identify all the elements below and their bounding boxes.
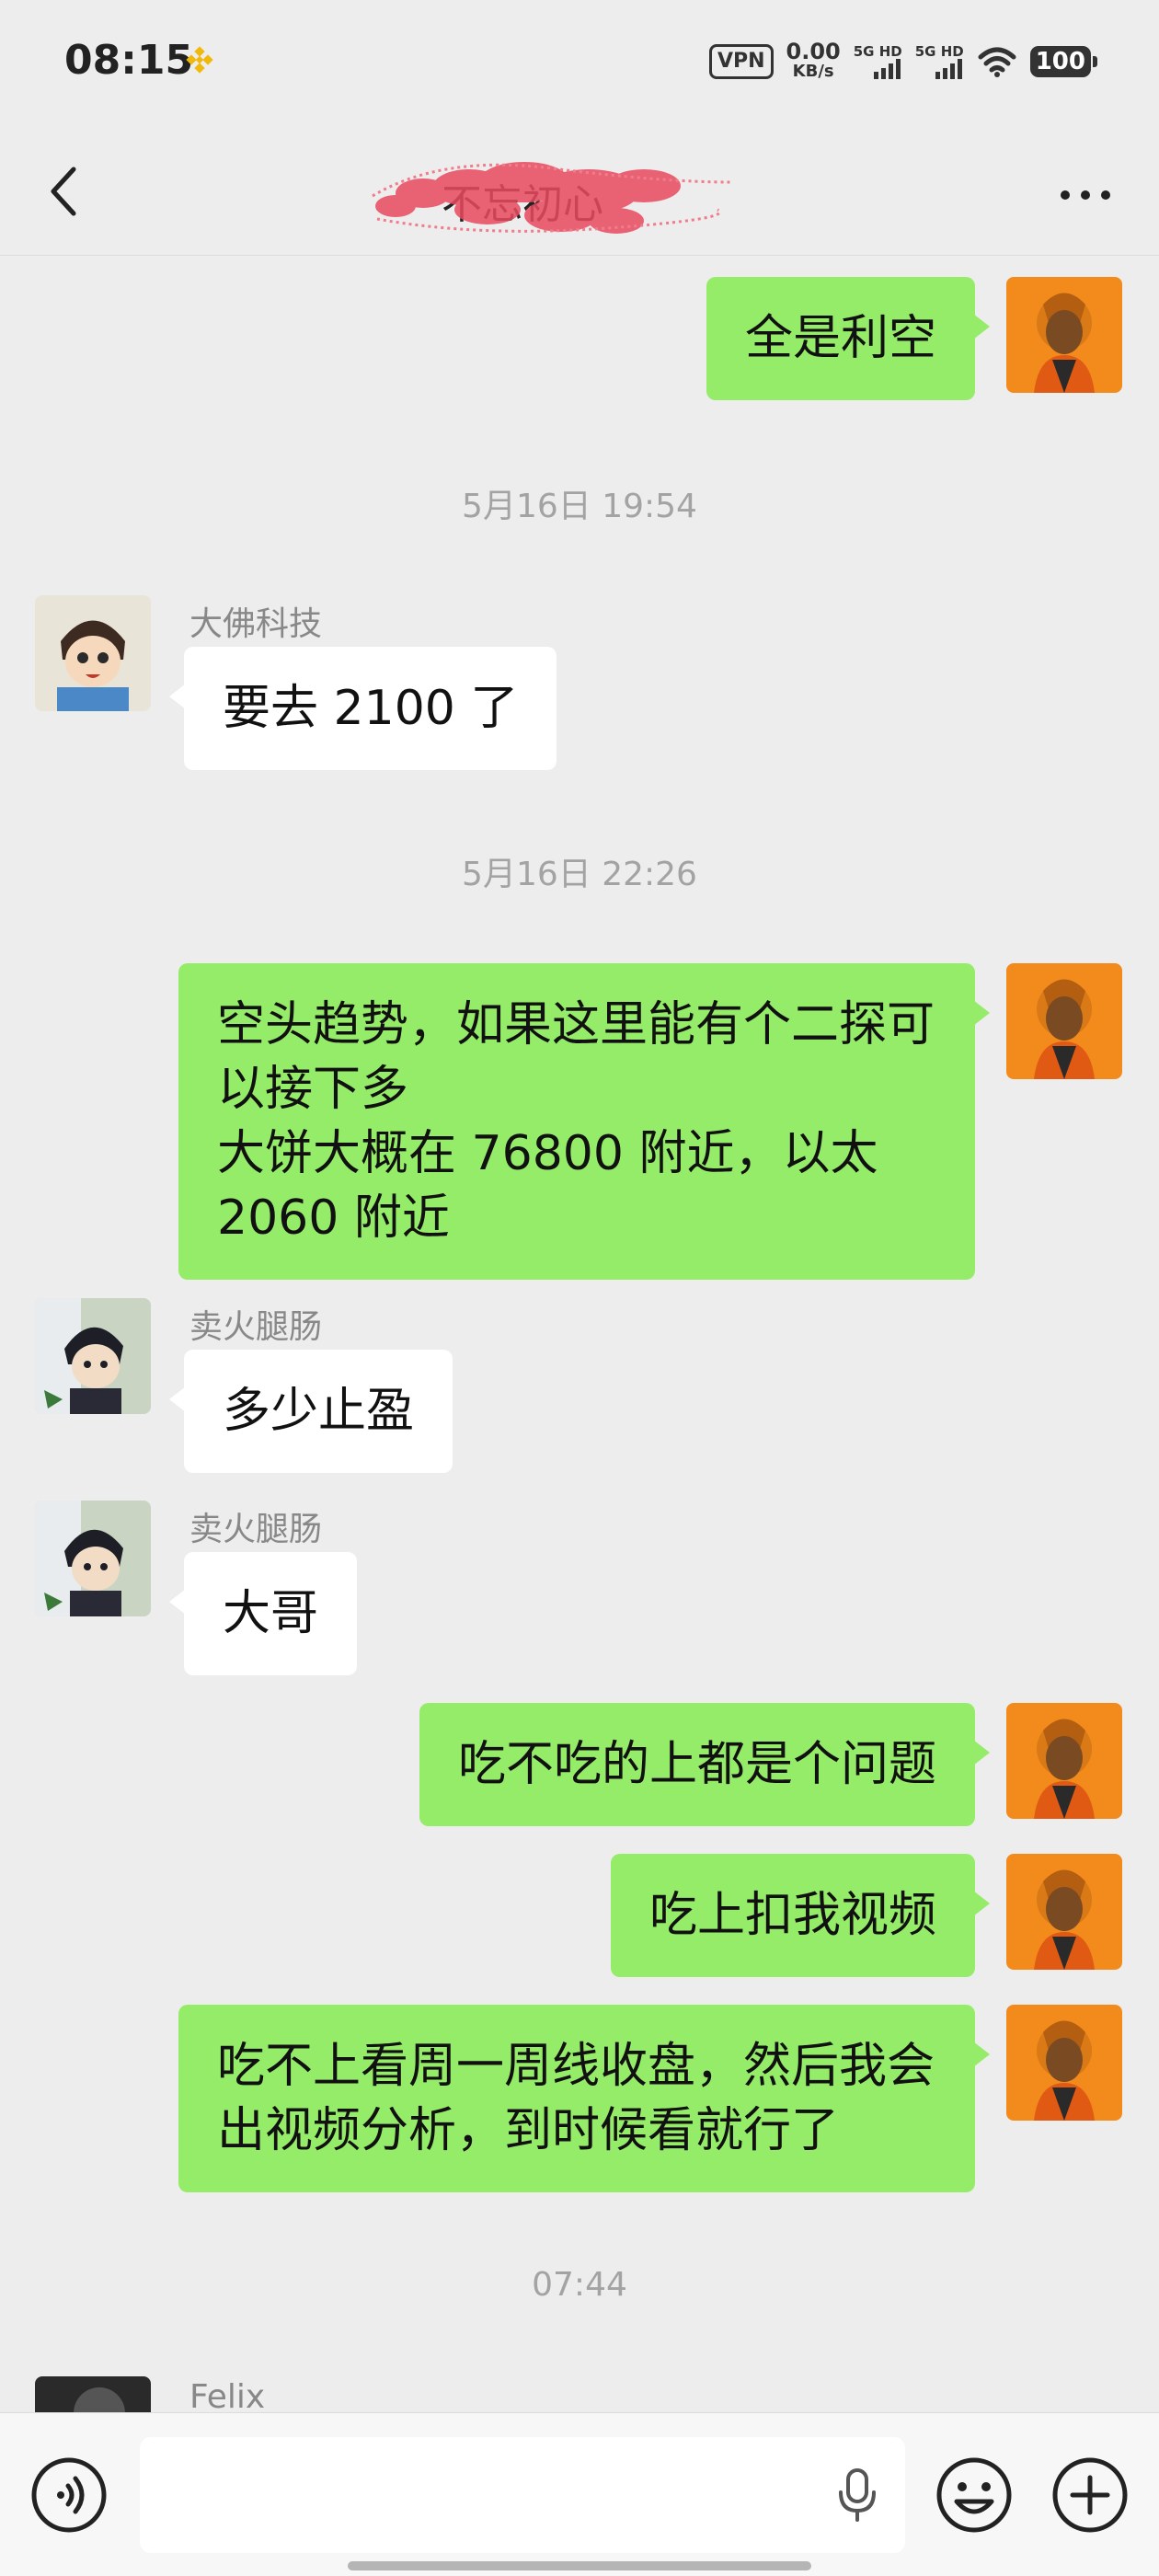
sender-avatar[interactable] xyxy=(35,1298,151,1414)
net-speed-value: 0.00 xyxy=(786,39,841,64)
redaction-scribble xyxy=(372,162,732,234)
timestamp: 5月16日 19:54 xyxy=(462,488,697,525)
message-bubble-out[interactable]: 吃上扣我视频 xyxy=(610,1854,991,1977)
message-bubble-in[interactable]: 要去 2100 了 xyxy=(168,647,557,770)
emoji-icon[interactable] xyxy=(935,2455,1014,2535)
timestamp: 07:44 xyxy=(532,2266,627,2304)
chat-title-area: 不忘初心 xyxy=(368,145,736,247)
signal-2: 5G HD xyxy=(915,44,964,79)
sender-name: 大佛科技 xyxy=(189,605,323,643)
sender-name: 卖火腿肠 xyxy=(189,1308,323,1346)
my-avatar[interactable] xyxy=(1006,1703,1122,1819)
signal-bars-icon xyxy=(873,59,901,79)
message-list[interactable]: 全是利空 5月16日 19:54 大佛科技 要去 2100 了 5月16日 22… xyxy=(0,257,1159,2492)
signal-1: 5G HD xyxy=(854,44,902,79)
plus-icon[interactable] xyxy=(1050,2455,1130,2535)
message-input[interactable] xyxy=(140,2437,905,2553)
voice-icon[interactable] xyxy=(29,2455,109,2535)
message-bubble-in[interactable]: 大哥 xyxy=(168,1552,358,1675)
signal-2-label: 5G HD xyxy=(914,43,964,60)
signal-bars-icon xyxy=(935,59,962,79)
status-bar: 08:15 VPN 0.00 KB/s 5G HD 5G HD 100 xyxy=(0,0,1159,129)
sender-name: Felix xyxy=(189,2378,266,2416)
message-bubble-out[interactable]: 全是利空 xyxy=(706,277,991,400)
my-avatar[interactable] xyxy=(1006,1854,1122,1970)
timestamp: 5月16日 22:26 xyxy=(462,856,697,893)
more-dots-icon[interactable] xyxy=(1049,158,1122,232)
chat-header: 不忘初心 xyxy=(0,129,1159,256)
my-avatar[interactable] xyxy=(1006,963,1122,1079)
net-speed-unit: KB/s xyxy=(792,62,834,81)
status-time: 08:15 xyxy=(64,37,194,84)
vpn-badge: VPN xyxy=(708,44,774,79)
net-speed: 0.00 KB/s xyxy=(786,39,841,82)
signal-1-label: 5G HD xyxy=(853,43,902,60)
wifi-icon xyxy=(978,47,1016,77)
mic-icon[interactable] xyxy=(828,2465,887,2524)
message-bubble-out[interactable]: 吃不上看周一周线收盘，然后我会出视频分析，到时候看就行了 xyxy=(178,2005,990,2192)
sender-avatar[interactable] xyxy=(35,1501,151,1616)
my-avatar[interactable] xyxy=(1006,2005,1122,2121)
chevron-left-icon[interactable] xyxy=(37,155,110,228)
my-avatar[interactable] xyxy=(1006,277,1122,393)
message-bubble-out[interactable]: 吃不吃的上都是个问题 xyxy=(419,1703,991,1826)
message-bubble-in[interactable]: 多少止盈 xyxy=(168,1350,453,1473)
status-indicators: VPN 0.00 KB/s 5G HD 5G HD 100 xyxy=(708,39,1098,85)
sender-avatar[interactable] xyxy=(35,595,151,711)
binance-icon xyxy=(186,46,213,74)
input-bar xyxy=(0,2412,1159,2576)
home-indicator[interactable] xyxy=(348,2561,811,2570)
message-bubble-out[interactable]: 空头趋势，如果这里能有个二探可以接下多 大饼大概在 76800 附近，以太 20… xyxy=(178,963,990,1280)
sender-name: 卖火腿肠 xyxy=(189,1511,323,1548)
battery-indicator: 100 xyxy=(1029,46,1098,77)
